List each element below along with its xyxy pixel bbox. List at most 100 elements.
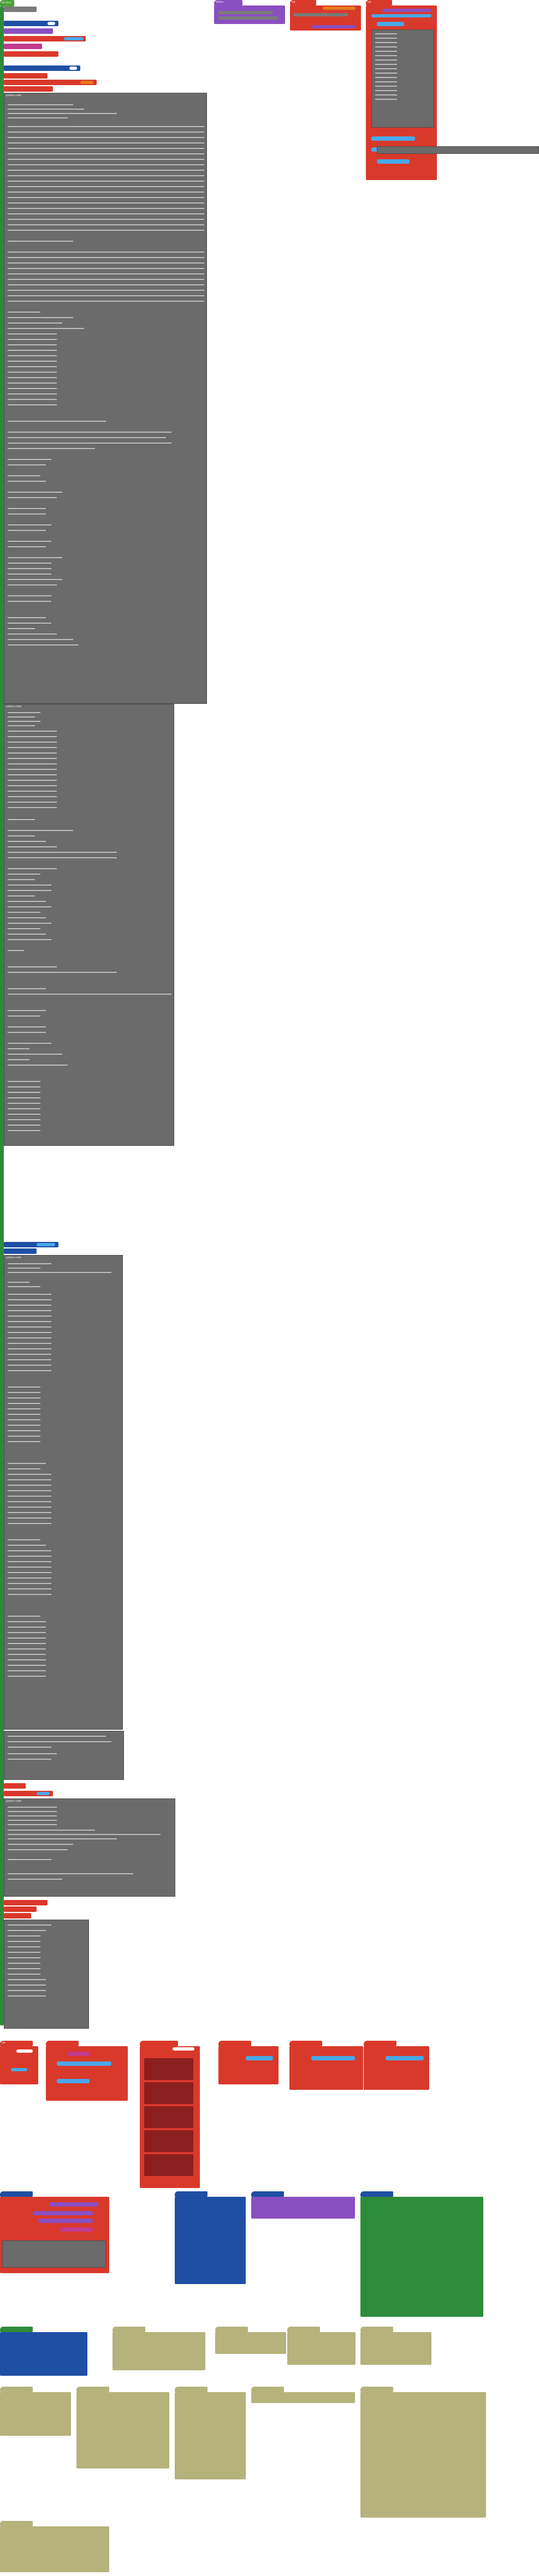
set-variable-block-7[interactable] xyxy=(4,1791,53,1796)
variable-hat-4[interactable] xyxy=(46,2041,79,2046)
value-slot-10[interactable] xyxy=(377,159,410,164)
set-variable-block-2[interactable] xyxy=(4,51,58,57)
disabled-hat-9[interactable] xyxy=(360,2387,393,2392)
variable-hat-8[interactable] xyxy=(364,2041,396,2046)
bool-slot-7[interactable] xyxy=(311,2056,355,2060)
disabled-hat-1[interactable] xyxy=(112,2327,145,2332)
set-variable-block-9[interactable] xyxy=(4,1906,37,1912)
code-block-2[interactable]: python code xyxy=(4,704,174,1146)
nested-block-2[interactable] xyxy=(144,2082,193,2104)
loop-block-1[interactable] xyxy=(4,21,58,26)
variable-body-1[interactable] xyxy=(290,5,361,31)
set-variable-block-6[interactable] xyxy=(4,1783,26,1789)
variable-body-8[interactable] xyxy=(364,2046,429,2090)
nested-block-1[interactable] xyxy=(144,2058,193,2080)
set-variable-block-4[interactable] xyxy=(4,80,97,85)
disabled-hat-3[interactable] xyxy=(287,2327,320,2332)
value-slot-1[interactable] xyxy=(64,37,84,40)
code-block-3b[interactable] xyxy=(4,1731,124,1780)
variable-hat-6[interactable] xyxy=(218,2041,251,2046)
set-variable-block-1[interactable] xyxy=(4,36,86,41)
value-slot-8[interactable] xyxy=(371,136,415,141)
loop-hat-4[interactable] xyxy=(360,2191,393,2197)
event-hat-block[interactable]: on start xyxy=(0,0,14,7)
variable-hat-5[interactable] xyxy=(140,2041,178,2046)
value-slot-7[interactable] xyxy=(37,1792,50,1795)
disabled-hat-6[interactable] xyxy=(76,2387,109,2392)
value-slot-5[interactable] xyxy=(371,14,431,17)
function-param-2[interactable] xyxy=(218,16,279,20)
disabled-hat-4[interactable] xyxy=(360,2327,393,2332)
variable-body-2[interactable] xyxy=(366,5,437,180)
variable-body-9[interactable] xyxy=(0,2197,109,2273)
disabled-hat-5[interactable] xyxy=(0,2387,33,2392)
variable-body-7[interactable] xyxy=(289,2046,363,2090)
left-spine[interactable] xyxy=(0,7,4,2025)
value-slot-6[interactable] xyxy=(377,22,404,26)
variable-hat-7[interactable] xyxy=(289,2041,322,2046)
code-block-4[interactable]: python code xyxy=(4,1798,175,1897)
control-body-4[interactable] xyxy=(360,2197,483,2317)
function-body-1[interactable] xyxy=(214,5,285,24)
text-slot-2[interactable] xyxy=(60,2227,93,2232)
loop-block-2[interactable] xyxy=(4,65,80,71)
loop-hat-1[interactable] xyxy=(0,2191,33,2197)
set-variable-block-3[interactable] xyxy=(4,73,48,79)
value-slot-3[interactable] xyxy=(312,25,356,28)
value-slot-2[interactable] xyxy=(293,13,348,16)
disabled-hat-8[interactable] xyxy=(251,2387,284,2392)
loop-input-slot-2[interactable] xyxy=(69,67,77,70)
function-call-block-1[interactable] xyxy=(4,28,53,34)
bool-slot-5[interactable] xyxy=(173,2047,194,2051)
bool-slot-1[interactable] xyxy=(16,2049,33,2053)
set-variable-block-5[interactable] xyxy=(4,86,53,92)
fn-slot-2[interactable] xyxy=(33,2211,93,2215)
set-variable-block-10[interactable] xyxy=(4,1913,31,1918)
disabled-body-4[interactable] xyxy=(360,2332,431,2365)
fn-body-3[interactable] xyxy=(251,2197,355,2219)
disabled-body-9[interactable] xyxy=(360,2392,486,2518)
variable-body-4[interactable] xyxy=(46,2046,128,2101)
value-slot-4[interactable] xyxy=(382,9,431,12)
disabled-hat-10[interactable] xyxy=(0,2521,33,2526)
code-block-1[interactable]: python code xyxy=(4,93,207,704)
statement-block-1[interactable] xyxy=(4,7,37,12)
nested-block-3[interactable] xyxy=(144,2106,193,2128)
variable-hat-2[interactable]: set xyxy=(366,0,392,5)
function-define-block[interactable]: define xyxy=(214,0,242,5)
bool-slot-4[interactable] xyxy=(57,2079,90,2083)
disabled-body-10[interactable] xyxy=(0,2526,109,2572)
event-hat-2[interactable] xyxy=(0,2327,33,2332)
disabled-body-1[interactable] xyxy=(112,2332,205,2370)
variable-body-5[interactable] xyxy=(140,2046,200,2188)
disabled-body-8[interactable] xyxy=(251,2392,355,2403)
fn-slot-1[interactable] xyxy=(49,2202,98,2207)
variable-body-6[interactable] xyxy=(218,2046,279,2084)
loop-hat-2[interactable] xyxy=(175,2191,208,2197)
disabled-body-6[interactable] xyxy=(76,2392,169,2469)
embedded-code-1[interactable] xyxy=(371,29,434,128)
math-slot-2[interactable] xyxy=(323,7,356,10)
bool-slot-6[interactable] xyxy=(246,2056,273,2060)
disabled-body-7[interactable] xyxy=(175,2392,246,2479)
disabled-body-3[interactable] xyxy=(287,2332,356,2365)
disabled-hat-2[interactable] xyxy=(215,2327,248,2332)
math-slot-1[interactable] xyxy=(80,81,93,84)
set-variable-block-8[interactable] xyxy=(4,1900,48,1905)
loop-body-2[interactable] xyxy=(175,2197,246,2284)
disabled-hat-7[interactable] xyxy=(175,2387,208,2392)
embedded-code-2[interactable] xyxy=(2,2240,106,2268)
loop-slot-3[interactable] xyxy=(37,1243,55,1246)
variable-hat-3[interactable]: set xyxy=(0,2041,33,2046)
text-block-1[interactable] xyxy=(4,44,42,49)
long-code-line[interactable] xyxy=(377,146,539,154)
loop-body-5[interactable] xyxy=(0,2332,87,2376)
nested-block-4[interactable] xyxy=(144,2130,193,2152)
code-block-5[interactable] xyxy=(4,1920,89,2029)
loop-input-slot[interactable] xyxy=(48,22,55,25)
code-block-3[interactable]: python code xyxy=(4,1255,123,1730)
bool-slot-8[interactable] xyxy=(386,2056,424,2060)
disabled-body-2[interactable] xyxy=(215,2332,286,2354)
variable-hat-1[interactable]: set xyxy=(290,0,316,5)
bool-slot-2[interactable] xyxy=(11,2068,27,2071)
